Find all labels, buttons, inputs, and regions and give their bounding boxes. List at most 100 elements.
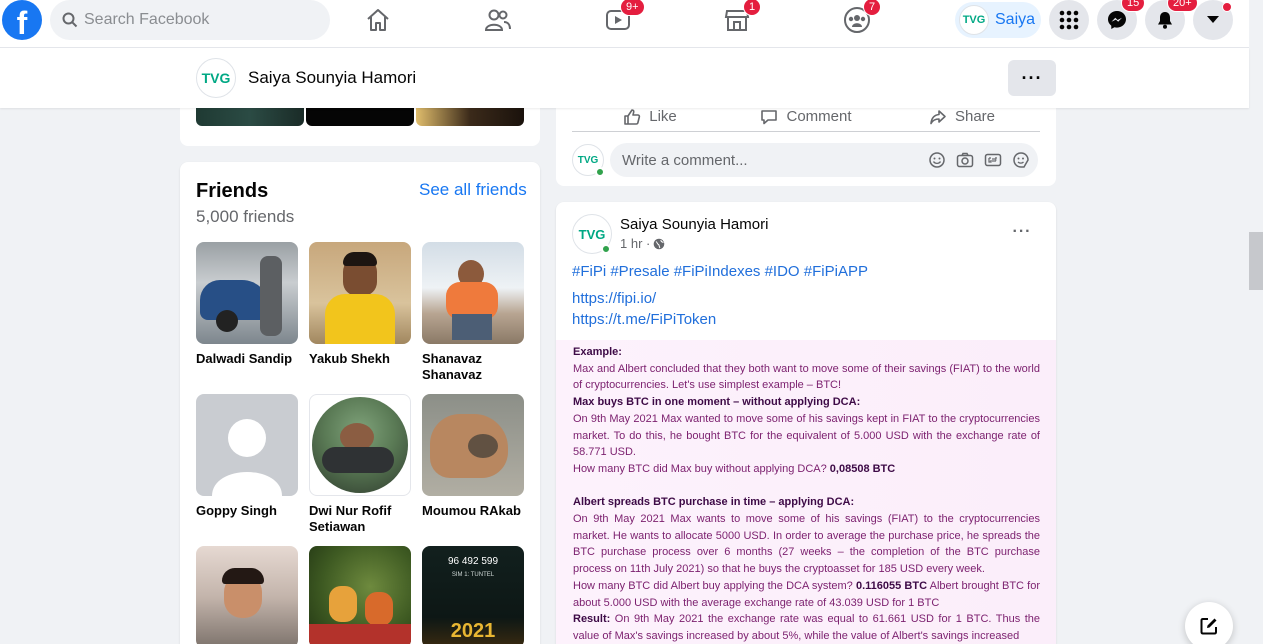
post-time-text: 1 hr · xyxy=(620,236,651,251)
scrollbar-thumb[interactable] xyxy=(1249,232,1263,290)
thumbs-up-icon xyxy=(624,108,641,125)
friend-photo[interactable] xyxy=(422,394,524,496)
online-indicator xyxy=(595,167,605,177)
friend-item[interactable]: Dwi Nur Rofif Setiawan xyxy=(309,394,411,535)
image-text-heading: Example: xyxy=(573,346,622,358)
compose-icon xyxy=(1200,618,1217,635)
comment-input-box[interactable] xyxy=(610,143,1038,177)
comment-icon xyxy=(761,109,778,124)
friend-photo[interactable] xyxy=(196,242,298,344)
nav-friends[interactable] xyxy=(478,2,518,38)
friend-photo[interactable] xyxy=(196,546,298,644)
marketplace-badge: 1 xyxy=(743,0,762,16)
friend-name[interactable]: Dwi Nur Rofif Setiawan xyxy=(309,503,411,535)
page-scrollbar[interactable] xyxy=(1249,0,1263,644)
friend-item[interactable]: Shanavaz Shanavaz xyxy=(422,242,524,383)
photo-overlay-text: 96 492 599 xyxy=(447,556,499,567)
post-options-button[interactable]: ··· xyxy=(1006,216,1038,248)
friend-name[interactable]: Dalwadi Sandip xyxy=(196,351,298,367)
nav-marketplace[interactable]: 1 xyxy=(717,0,762,38)
post-image[interactable]: Example: Max and Albert concluded that t… xyxy=(556,340,1056,644)
comment-label: Comment xyxy=(786,108,852,125)
notifications-badge: 20+ xyxy=(1167,0,1198,12)
friend-photo[interactable] xyxy=(309,394,411,496)
messenger-icon xyxy=(1108,11,1126,29)
photo-overlay-subtext: SIM 1: TUNTEL xyxy=(451,572,495,578)
friend-item[interactable]: Dalwadi Sandip xyxy=(196,242,298,367)
post-author-avatar[interactable]: TVG xyxy=(572,214,612,254)
photo-thumbnail[interactable] xyxy=(306,108,414,126)
friend-name[interactable]: Yakub Shekh xyxy=(309,351,411,367)
post-hashtags[interactable]: #FiPi #Presale #FiPiIndexes #IDO #FiPiAP… xyxy=(572,263,868,280)
friend-item[interactable] xyxy=(309,546,411,644)
friend-photo[interactable] xyxy=(422,242,524,344)
friends-title: Friends xyxy=(196,180,269,202)
nav-home[interactable] xyxy=(358,2,398,38)
new-message-button[interactable] xyxy=(1185,602,1233,644)
friend-item[interactable]: Goppy Singh xyxy=(196,394,298,519)
post-author-name[interactable]: Saiya Sounyia Hamori xyxy=(620,216,768,233)
see-all-friends-link[interactable]: See all friends xyxy=(419,180,527,200)
emoji-icon[interactable] xyxy=(928,151,946,169)
bell-icon xyxy=(1158,12,1172,29)
commenter-avatar[interactable]: TVG xyxy=(572,144,605,177)
friend-photo[interactable] xyxy=(309,546,411,644)
account-alert-dot xyxy=(1222,2,1232,12)
search-input[interactable] xyxy=(84,11,304,29)
profile-header-avatar[interactable]: TVG xyxy=(196,58,236,98)
friends-icon xyxy=(484,9,511,31)
image-text-paragraph: Max and Albert concluded that they both … xyxy=(573,362,1040,392)
share-icon xyxy=(930,109,946,124)
friend-photo[interactable]: 96 492 599 SIM 1: TUNTEL 2021 xyxy=(422,546,524,644)
friend-item[interactable]: 96 492 599 SIM 1: TUNTEL 2021 xyxy=(422,546,524,644)
image-text-answer: 0.116055 BTC xyxy=(855,579,928,592)
caret-down-icon xyxy=(1207,16,1219,23)
post-timestamp[interactable]: 1 hr · xyxy=(620,236,665,251)
image-text-heading: Result: xyxy=(573,613,611,626)
comment-tools xyxy=(928,143,1030,177)
search-bar[interactable] xyxy=(50,0,330,40)
image-text-answer: 0,08508 BTC xyxy=(829,462,896,475)
post-link[interactable]: https://fipi.io/ xyxy=(572,290,656,307)
messenger-button[interactable]: 15 xyxy=(1097,0,1146,40)
friends-count: 5,000 friends xyxy=(196,207,295,226)
photo-year-text: 2021 xyxy=(450,620,496,642)
sticker-icon[interactable] xyxy=(1012,151,1030,169)
friend-name[interactable]: Moumou RAkab xyxy=(422,503,524,519)
image-text-question: How many BTC did Albert buy applying the… xyxy=(573,579,853,592)
comment-composer: TVG xyxy=(572,143,1038,177)
menu-button[interactable] xyxy=(1049,0,1089,40)
post-link[interactable]: https://t.me/FiPiToken xyxy=(572,311,716,328)
profile-shortcut[interactable]: TVG Saiya xyxy=(955,2,1041,38)
messenger-badge: 15 xyxy=(1121,0,1146,12)
friend-name[interactable]: Goppy Singh xyxy=(196,503,298,519)
notifications-button[interactable]: 20+ xyxy=(1145,0,1198,40)
camera-icon[interactable] xyxy=(956,151,974,169)
friend-item[interactable]: Yakub Shekh xyxy=(309,242,411,367)
profile-header-name[interactable]: Saiya Sounyia Hamori xyxy=(248,68,416,88)
profile-more-button[interactable]: ··· xyxy=(1008,60,1056,96)
nav-watch[interactable]: 9+ xyxy=(598,0,645,38)
post-card: TVG Saiya Sounyia Hamori 1 hr · ··· #FiP… xyxy=(556,202,1056,644)
photo-thumbnail[interactable] xyxy=(416,108,524,126)
gif-icon[interactable] xyxy=(984,151,1002,169)
friend-item[interactable] xyxy=(196,546,298,644)
image-text-paragraph: On 9th May 2021 the exchange rate was eq… xyxy=(573,613,1040,642)
friend-photo[interactable] xyxy=(309,242,411,344)
profile-sticky-header: TVG Saiya Sounyia Hamori ··· xyxy=(0,48,1249,108)
nav-groups[interactable]: 7 xyxy=(837,0,882,38)
image-text-paragraph: On 9th May 2021 Max wanted to move some … xyxy=(573,412,1040,459)
watch-badge: 9+ xyxy=(620,0,645,16)
friend-name[interactable]: Shanavaz Shanavaz xyxy=(422,351,524,383)
comment-input[interactable] xyxy=(622,151,922,169)
grid-menu-icon xyxy=(1059,10,1079,30)
image-text-question: How many BTC did Max buy without applyin… xyxy=(573,462,827,475)
photo-thumbnail[interactable] xyxy=(196,108,304,126)
friend-photo[interactable] xyxy=(196,394,298,496)
groups-badge: 7 xyxy=(863,0,882,16)
online-indicator xyxy=(601,244,611,254)
facebook-logo[interactable]: f xyxy=(2,0,42,40)
friend-item[interactable]: Moumou RAkab xyxy=(422,394,524,519)
image-text-heading: Max buys BTC in one moment – without app… xyxy=(573,396,861,409)
account-menu-button[interactable] xyxy=(1193,0,1233,40)
